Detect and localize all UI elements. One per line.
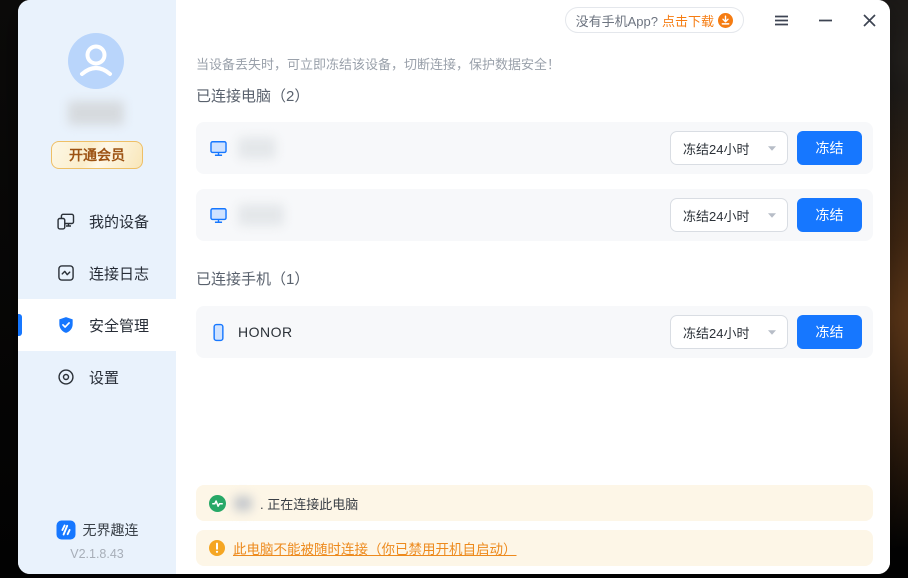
main-content: 没有手机App? 点击下载 当设备丢失时，可立即冻结该设备，切断连接，保护数据安…: [176, 0, 890, 574]
close-button[interactable]: [861, 12, 878, 29]
active-indicator: [18, 314, 22, 336]
freeze-duration-select[interactable]: 冻结24小时: [670, 198, 788, 232]
freeze-button[interactable]: 冻结: [797, 131, 862, 165]
chevron-down-icon: [767, 145, 777, 152]
chevron-down-icon: [767, 212, 777, 219]
device-row-phone-1: HONOR 冻结24小时 冻结: [196, 306, 873, 358]
download-icon: [718, 13, 733, 28]
connection-status-banner: . 正在连接此电脑: [196, 485, 873, 521]
sidebar-item-security[interactable]: 安全管理: [18, 299, 176, 351]
download-app-button[interactable]: 没有手机App? 点击下载: [565, 7, 744, 33]
menu-button[interactable]: [773, 12, 790, 29]
sidebar-menu: 我的设备 连接日志 安全管理: [18, 195, 176, 403]
app-logo-icon: [56, 520, 76, 540]
warning-banner: 此电脑不能被随时连接（你已禁用开机自启动）: [196, 530, 873, 566]
security-description: 当设备丢失时，可立即冻结该设备，切断连接，保护数据安全！: [196, 54, 560, 73]
sidebar-item-label: 设置: [89, 367, 119, 388]
activity-icon: [209, 495, 226, 512]
freeze-duration-value: 冻结24小时: [683, 206, 767, 225]
freeze-duration-value: 冻结24小时: [683, 323, 767, 342]
sidebar-item-label: 连接日志: [89, 263, 149, 284]
avatar[interactable]: [68, 33, 124, 89]
freeze-button[interactable]: 冻结: [797, 315, 862, 349]
app-window: 开通会员 我的设备 连接日志: [18, 0, 890, 574]
minimize-button[interactable]: [817, 12, 834, 29]
device-name-redacted: [238, 204, 284, 226]
computer-icon: [209, 139, 228, 158]
membership-button[interactable]: 开通会员: [51, 141, 143, 169]
download-prompt-text: 没有手机App?: [576, 11, 658, 30]
freeze-button[interactable]: 冻结: [797, 198, 862, 232]
app-version: V2.1.8.43: [18, 547, 176, 561]
phones-section-header: 已连接手机（1）: [196, 268, 309, 289]
devices-icon: [56, 211, 76, 231]
desktop-background: { "titlebar": { "download_prompt": "没有手机…: [0, 0, 908, 578]
sidebar-footer: 无界趣连 V2.1.8.43: [18, 520, 176, 561]
phone-icon: [209, 323, 228, 342]
sidebar-item-connection-log[interactable]: 连接日志: [18, 247, 176, 299]
device-row-computer-2: 冻结24小时 冻结: [196, 189, 873, 241]
app-name: 无界趣连: [83, 520, 139, 540]
sidebar-item-my-devices[interactable]: 我的设备: [18, 195, 176, 247]
sidebar-item-settings[interactable]: 设置: [18, 351, 176, 403]
device-row-computer-1: 冻结24小时 冻结: [196, 122, 873, 174]
username-redacted: [68, 101, 124, 125]
autostart-warning-link[interactable]: 此电脑不能被随时连接（你已禁用开机自启动）: [233, 538, 517, 558]
device-name-redacted: [238, 137, 276, 159]
sidebar: 开通会员 我的设备 连接日志: [18, 0, 176, 574]
freeze-duration-select[interactable]: 冻结24小时: [670, 131, 788, 165]
sidebar-item-label: 安全管理: [89, 315, 149, 336]
titlebar: 没有手机App? 点击下载: [565, 7, 878, 33]
connecting-device-name-redacted: [234, 496, 252, 511]
freeze-duration-select[interactable]: 冻结24小时: [670, 315, 788, 349]
connection-status-text: . 正在连接此电脑: [260, 494, 358, 513]
freeze-duration-value: 冻结24小时: [683, 139, 767, 158]
shield-check-icon: [56, 315, 76, 335]
computer-icon: [209, 206, 228, 225]
device-name: HONOR: [238, 324, 293, 340]
log-icon: [56, 263, 76, 283]
sidebar-item-label: 我的设备: [89, 211, 149, 232]
download-action-text: 点击下载: [662, 11, 714, 30]
chevron-down-icon: [767, 329, 777, 336]
warning-icon: [209, 540, 225, 556]
computers-section-header: 已连接电脑（2）: [196, 85, 309, 106]
user-icon: [68, 33, 124, 89]
settings-icon: [56, 367, 76, 387]
